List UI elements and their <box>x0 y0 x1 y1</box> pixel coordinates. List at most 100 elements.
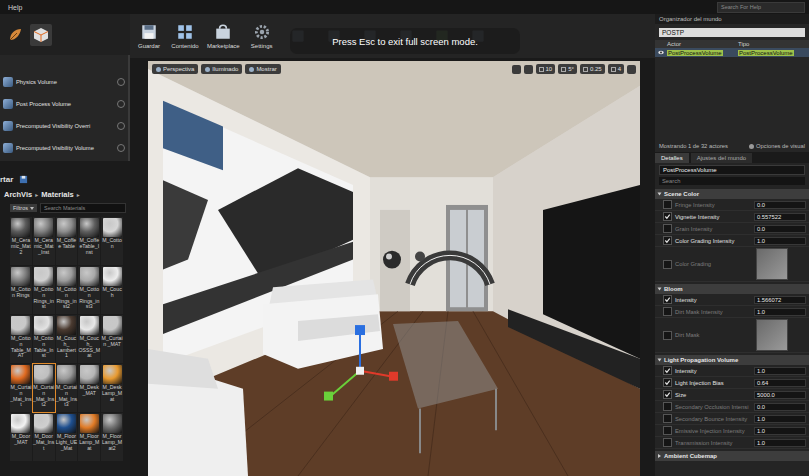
asset-tile[interactable]: M_Desk _MAT <box>78 364 100 412</box>
override-checkbox[interactable] <box>663 307 672 316</box>
category-header[interactable]: Scene Color <box>655 189 809 199</box>
toolbar-button[interactable]: Settings <box>245 23 279 49</box>
number-field[interactable]: 0.0 <box>754 225 806 233</box>
number-field[interactable]: 0.0 <box>754 201 806 209</box>
import-button[interactable]: rtar <box>0 175 13 184</box>
mode-item[interactable]: Post Process Volume <box>0 93 128 115</box>
local-space-icon[interactable] <box>524 65 533 74</box>
details-tab[interactable]: Ajustes del mundo <box>691 153 752 163</box>
toolbar-button[interactable]: Guardar <box>132 23 166 49</box>
override-checkbox[interactable] <box>663 402 672 411</box>
outliner-search-field[interactable]: POSTP <box>659 28 805 37</box>
view-options-button[interactable]: Opciones de visual <box>749 143 805 149</box>
mode-item[interactable]: Physics Volume <box>0 71 128 93</box>
asset-tile[interactable]: M_Curtain _Mat_Inst2 <box>33 364 55 412</box>
snap-value[interactable]: 10 <box>536 64 556 74</box>
asset-tile[interactable]: M_Floor Light_UE _Mat <box>56 413 78 461</box>
details-search-field[interactable]: Search <box>659 177 805 185</box>
outliner-tab[interactable]: Organizador del mundo <box>655 14 809 24</box>
asset-tile[interactable]: M_Curtain _MAT <box>101 315 123 363</box>
toolbar-button[interactable]: Contenido <box>168 23 202 49</box>
asset-tile[interactable]: M_Couch_ OSSS_Mat <box>78 315 100 363</box>
number-field[interactable]: 0.0 <box>754 403 806 411</box>
override-checkbox[interactable] <box>663 426 672 435</box>
asset-tile[interactable]: M_Coffee Table <box>56 217 78 265</box>
number-field[interactable]: 1.0 <box>754 308 806 316</box>
help-search-field[interactable]: Search For Help <box>717 2 805 13</box>
number-field[interactable]: 1.566072 <box>754 296 806 304</box>
snap-value[interactable]: 5° <box>558 64 577 74</box>
number-field[interactable]: 1.0 <box>754 237 806 245</box>
override-checkbox[interactable] <box>663 224 672 233</box>
category-header[interactable]: Light Propagation Volume <box>655 355 809 365</box>
object-name-field[interactable]: PostProcessVolume <box>659 165 805 175</box>
help-icon[interactable] <box>117 144 125 152</box>
override-checkbox[interactable] <box>663 260 672 269</box>
number-field[interactable]: 1.0 <box>754 427 806 435</box>
asset-tile[interactable]: M_Curtain _Mat_Inst <box>10 364 32 412</box>
override-checkbox[interactable] <box>663 414 672 423</box>
override-checkbox[interactable] <box>663 378 672 387</box>
category-header[interactable]: Bloom <box>655 284 809 294</box>
asset-search-field[interactable]: Search Materials <box>40 203 126 213</box>
number-field[interactable]: 1.0 <box>754 439 806 447</box>
override-checkbox[interactable] <box>663 331 672 340</box>
asset-tile[interactable]: M_Floor Lamp_Mat2 <box>101 413 123 461</box>
asset-tile[interactable]: M_Ceramic_Mat_Inst <box>33 217 55 265</box>
help-icon[interactable] <box>117 122 125 130</box>
asset-tile[interactable]: M_Cotton Table_Inst <box>33 315 55 363</box>
override-checkbox[interactable] <box>663 438 672 447</box>
maximize-icon[interactable] <box>627 65 636 74</box>
asset-tile[interactable]: M_Couch_ Lambert1 <box>56 315 78 363</box>
mode-item[interactable]: Precomputed Visibility Overri <box>0 115 128 137</box>
place-cube-icon[interactable] <box>30 24 52 46</box>
details-tab[interactable]: Detalles <box>655 153 689 163</box>
menu-item[interactable]: Help <box>8 4 22 11</box>
override-checkbox[interactable] <box>663 236 672 245</box>
asset-tile[interactable]: M_Cotton Rings_inst2 <box>56 266 78 314</box>
save-all-icon[interactable] <box>19 175 28 184</box>
number-field[interactable]: 5000.0 <box>754 391 806 399</box>
filters-button[interactable]: Filtros <box>10 204 37 212</box>
asset-tile[interactable]: M_Cotton Rings_inst <box>33 266 55 314</box>
viewport-button[interactable]: Iluminado <box>201 64 242 74</box>
visibility-eye-icon[interactable] <box>655 49 667 56</box>
level-viewport[interactable]: PerspectivaIluminadoMostrar 105°0.254 <box>148 61 640 476</box>
breadcrumb-item[interactable]: ArchVis <box>4 190 32 199</box>
asset-tile[interactable]: M_Door _MAT <box>10 413 32 461</box>
asset-tile[interactable]: M_Desk Lamp_Mat <box>101 364 123 412</box>
viewport-button[interactable]: Perspectiva <box>152 64 198 74</box>
asset-tile[interactable]: M_Cotton Table_MAT <box>10 315 32 363</box>
transform-gizmo-icon[interactable] <box>148 61 640 476</box>
texture-slot[interactable] <box>756 319 788 351</box>
asset-tile[interactable]: M_Curtain _Mat_Inst3 <box>56 364 78 412</box>
help-icon[interactable] <box>117 78 125 86</box>
number-field[interactable]: 1.0 <box>754 415 806 423</box>
snap-value[interactable]: 0.25 <box>580 64 605 74</box>
asset-tile[interactable]: M_CoffeeTable_Inst <box>78 217 100 265</box>
mode-item[interactable]: Precomputed Visibility Volume <box>0 137 128 159</box>
toolbar-button[interactable]: Marketplace <box>204 23 243 49</box>
asset-tile[interactable]: M_Ceramic_Mat2 <box>10 217 32 265</box>
override-checkbox[interactable] <box>663 212 672 221</box>
asset-tile[interactable]: M_Cotton Rings <box>10 266 32 314</box>
asset-tile[interactable]: M_Floor Lamp_Mat <box>78 413 100 461</box>
number-field[interactable]: 1.0 <box>754 367 806 375</box>
column-header[interactable]: Actor <box>667 41 738 47</box>
override-checkbox[interactable] <box>663 200 672 209</box>
override-checkbox[interactable] <box>663 295 672 304</box>
snap-value[interactable]: 4 <box>608 64 624 74</box>
texture-slot[interactable] <box>756 248 788 280</box>
outliner-row[interactable]: PostProcessVolume PostProcessVolume <box>655 48 809 57</box>
asset-tile[interactable]: M_Couch <box>101 266 123 314</box>
asset-tile[interactable]: M_Door _Mat_Inst <box>33 413 55 461</box>
category-header[interactable]: Ambient Cubemap <box>655 451 809 461</box>
help-icon[interactable] <box>117 100 125 108</box>
asset-tile[interactable]: M_Cotton Rings_inst3 <box>78 266 100 314</box>
transform-mode-icon[interactable] <box>512 65 521 74</box>
paint-leaf-icon[interactable] <box>4 24 26 46</box>
breadcrumb-item[interactable]: Materials <box>41 190 74 199</box>
number-field[interactable]: 0.557522 <box>754 213 806 221</box>
override-checkbox[interactable] <box>663 390 672 399</box>
number-field[interactable]: 0.64 <box>754 379 806 387</box>
